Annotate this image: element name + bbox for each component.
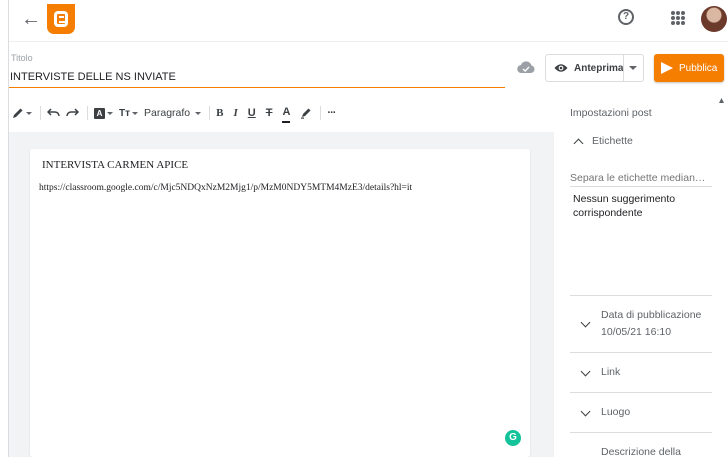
font-icon: A [94,107,105,119]
underline-button[interactable]: U [248,103,256,123]
labels-section-header[interactable]: Etichette [592,135,633,147]
preview-button[interactable]: Anteprima [545,54,644,82]
blogger-logo[interactable] [47,4,75,34]
publish-date-value: 10/05/21 16:10 [601,326,672,338]
chevron-down-icon[interactable] [580,317,591,328]
preview-label: Anteprima [574,62,624,74]
format-toolbar: A Tт Paragrafo B I U T A ··· [9,102,554,124]
post-heading-text: INTERVISTA CARMEN APICE [42,159,189,171]
redo-icon[interactable] [66,103,79,123]
post-settings-panel: Impostazioni post Etichette Nessun sugge… [554,95,728,457]
title-label: Titolo [11,53,33,63]
more-options-icon[interactable]: ··· [327,103,336,123]
avatar[interactable] [701,6,727,32]
paragraph-label: Paragrafo [144,107,191,119]
chevron-up-icon[interactable] [573,138,584,149]
font-size-dropdown[interactable]: Tт [119,103,139,123]
grammarly-icon[interactable]: G [505,430,521,446]
undo-icon[interactable] [47,103,60,123]
panel-scrollbar[interactable] [719,95,724,457]
bold-button[interactable]: B [216,103,223,123]
paragraph-dropdown[interactable]: Paragrafo [144,103,202,123]
text-size-icon: Tт [119,107,131,119]
post-link-text[interactable]: https://classroom.google.com/c/Mjc5NDQxN… [39,183,412,193]
top-bar: ← ? [9,0,728,42]
apps-grid-icon[interactable] [671,11,685,25]
post-title-input[interactable] [9,68,505,88]
chevron-down-icon[interactable] [580,406,591,417]
post-settings-title: Impostazioni post [570,107,652,119]
publish-date-header[interactable]: Data di pubblicazione [601,309,701,321]
editor-window: ← ? Titolo Anteprima Pubblica [8,0,728,457]
help-circle-icon[interactable]: ? [618,9,634,25]
pencil-mode-icon[interactable] [12,103,32,123]
publish-label: Pubblica [679,62,718,74]
font-family-dropdown[interactable]: A [94,103,113,123]
location-section-header[interactable]: Luogo [601,406,630,418]
eye-icon [554,64,568,72]
highlight-pen-icon[interactable] [300,103,312,123]
text-color-button[interactable]: A [282,103,291,123]
italic-button[interactable]: I [233,103,237,123]
publish-button[interactable]: Pubblica [654,54,724,82]
chevron-down-icon[interactable] [629,66,637,70]
labels-input[interactable] [570,169,712,187]
strikethrough-button[interactable]: T [266,103,273,123]
send-icon [661,62,673,74]
link-section-header[interactable]: Link [601,366,620,378]
description-section-header[interactable]: Descrizione della [601,446,681,457]
arrow-left-icon[interactable]: ← [19,8,43,32]
no-suggestion-text: Nessun suggerimento corrispondente [573,193,676,219]
cloud-saved-icon [517,61,535,74]
chevron-down-icon[interactable] [580,366,591,377]
post-body-editor[interactable]: INTERVISTA CARMEN APICE https://classroo… [30,149,530,457]
